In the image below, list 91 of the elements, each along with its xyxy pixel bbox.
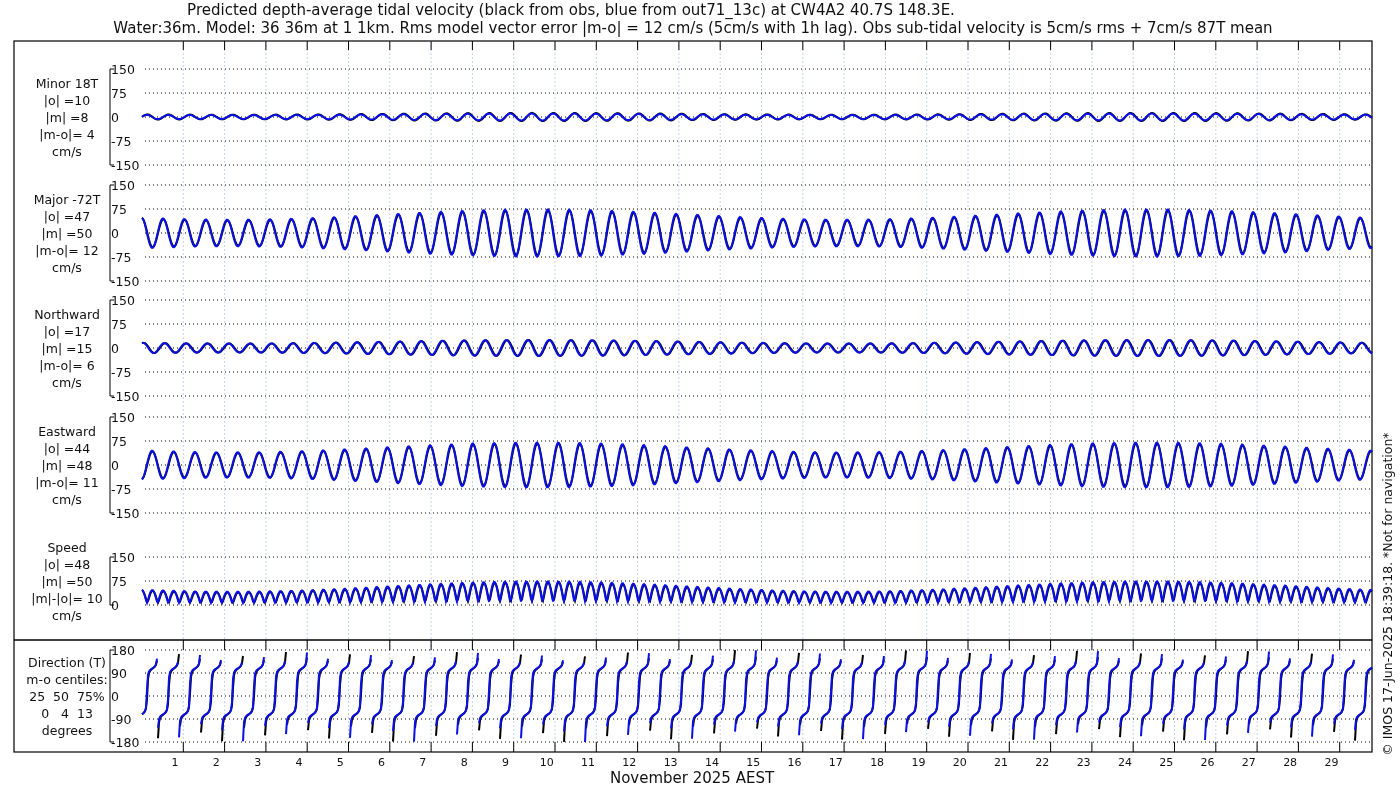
axis-tick-label: 150 [111,293,135,308]
axis-tick-label: 5 [336,756,344,769]
axis-tick-label: 75 [111,202,127,217]
panel-label: |m-o|= 11 [35,475,99,490]
axis-tick-label: 75 [111,574,127,589]
panel-label: degrees [41,723,93,738]
axis-tick-label: 28 [1283,756,1298,769]
axis-tick-label: 75 [111,317,127,332]
panel-label: |o| =48 [43,557,91,572]
axis-tick-label: 2 [212,756,220,769]
axis-tick-label: 21 [994,756,1009,769]
axis-tick-label: 75 [111,86,127,101]
panel-label: Northward [34,307,100,322]
panel-label: |m| =50 [41,226,93,241]
axis-tick-label: 90 [111,666,127,681]
axis-tick-label: -75 [111,134,132,149]
panel-label: |m| =8 [45,110,89,125]
axis-tick-label: 14 [704,756,719,769]
panel-label: Speed [47,540,87,555]
axis-tick-label: -150 [111,389,140,404]
panel-label: |m| =50 [41,574,93,589]
axis-tick-label: 18 [870,756,885,769]
panel-label: cm/s [52,260,82,275]
axis-tick-label: 13 [663,756,678,769]
panel-label: |o| =47 [43,209,91,224]
axis-tick-label: 11 [581,756,596,769]
axis-tick-label: 150 [111,550,135,565]
axis-tick-label: -75 [111,250,132,265]
axis-tick-label: -90 [111,712,132,727]
panel-label: |m| =15 [41,341,93,356]
axis-tick-label: 15 [746,756,761,769]
panel-label: |m|-|o|= 10 [31,591,103,606]
axis-tick-label: 180 [111,643,135,658]
axis-tick-label: 0 [111,226,119,241]
axis-tick-label: -150 [111,158,140,173]
axis-tick-label: 75 [111,434,127,449]
panel-label: |o| =44 [43,441,91,456]
axis-tick-label: 24 [1117,756,1132,769]
axis-tick-label: 27 [1241,756,1256,769]
panel-label: Major -72T [33,192,101,207]
panel-label: |m-o|= 4 [39,127,95,142]
axis-tick-label: 0 [111,110,119,125]
axis-tick-label: 0 [111,689,119,704]
panel-label: |o| =10 [43,93,91,108]
axis-tick-label: 4 [295,756,303,769]
axis-tick-label: 0 [111,458,119,473]
axis-tick-label: 150 [111,62,135,77]
panel-label: |m-o|= 6 [39,358,95,373]
panel-label: Minor 18T [35,76,99,91]
axis-tick-label: 26 [1200,756,1215,769]
axis-tick-label: 6 [378,756,386,769]
axis-tick-label: 23 [1076,756,1091,769]
panel-label: cm/s [52,492,82,507]
axis-tick-label: -150 [111,274,140,289]
chart-title: Water:36m. Model: 36 36m at 1 1km. Rms model vector error |m-o| = 12 cm/s (5cm/s with 1h lag). Obs sub-tidal velocity is 5cm/s rms + 7cm/s 87T mean [113,19,1273,37]
axis-tick-label: -180 [111,735,140,750]
axis-tick-label: -150 [111,506,140,521]
panel-label: Direction (T) [28,655,106,670]
axis-title: November 2025 AEST [609,769,775,787]
panel-label: 0 4 13 [41,706,93,721]
axis-tick-label: 9 [501,756,509,769]
axis-tick-label: 0 [111,341,119,356]
panel-label: m-o centiles: [26,672,108,687]
axis-tick-label: 7 [419,756,427,769]
axis-tick-label: -75 [111,365,132,380]
chart-title: Predicted depth-average tidal velocity (black from obs, blue from out71_13c) at CW4A2 40.7S 148.3E. [187,1,955,19]
axis-tick-label: 1 [171,756,179,769]
axis-tick-label: 25 [1159,756,1174,769]
panel-label: cm/s [52,608,82,623]
panel-label: 25 50 75% [29,689,105,704]
axis-tick-label: -75 [111,482,132,497]
credit-text: © IMOS 17-Jun-2025 18:39:18. *Not for navigation* [1380,432,1395,756]
panel-label: Eastward [38,424,96,439]
axis-tick-label: 3 [254,756,262,769]
axis-tick-label: 22 [1035,756,1050,769]
axis-tick-label: 19 [911,756,926,769]
axis-tick-label: 150 [111,410,135,425]
panel-label: cm/s [52,375,82,390]
panel-label: |o| =17 [43,324,91,339]
axis-tick-label: 20 [952,756,967,769]
axis-tick-label: 29 [1324,756,1339,769]
axis-tick-label: 8 [460,756,468,769]
axis-tick-label: 0 [111,598,119,613]
axis-tick-label: 150 [111,178,135,193]
axis-tick-label: 17 [828,756,843,769]
panel-label: |m| =48 [41,458,93,473]
axis-tick-label: 16 [787,756,802,769]
axis-tick-label: 12 [622,756,637,769]
panel-label: cm/s [52,144,82,159]
panel-label: |m-o|= 12 [35,243,99,258]
axis-tick-label: 10 [539,756,554,769]
